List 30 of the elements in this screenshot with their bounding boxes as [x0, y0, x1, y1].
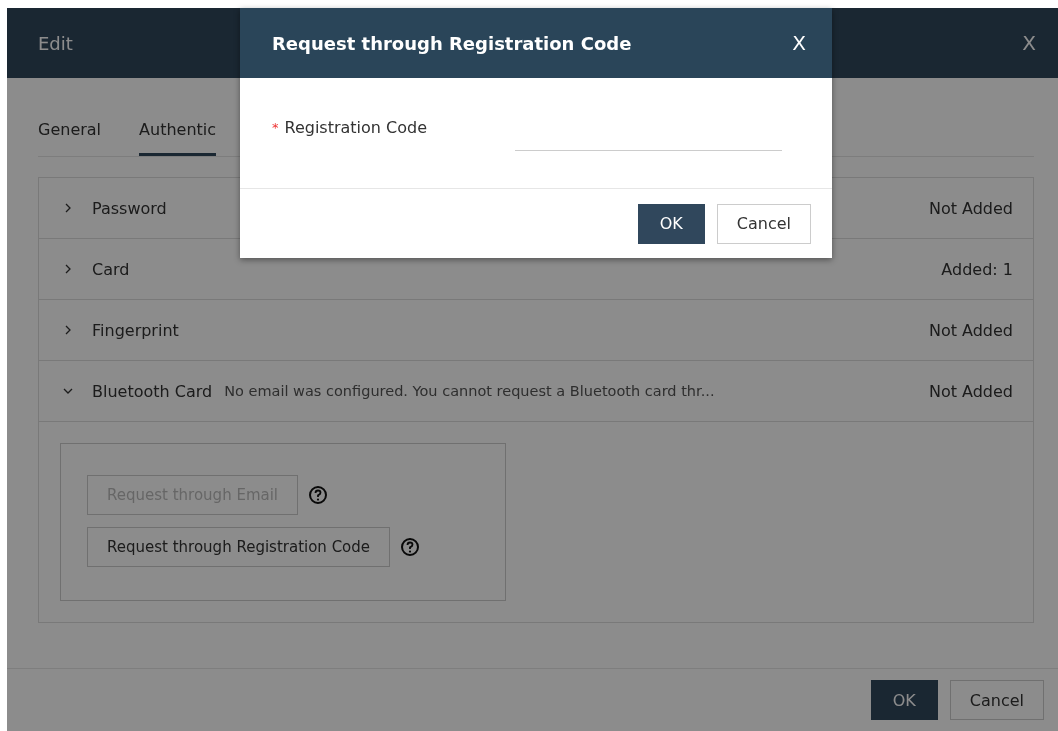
- section-status: Not Added: [928, 320, 1013, 340]
- dialog-title: Edit: [38, 32, 73, 54]
- help-icon[interactable]: [308, 485, 329, 505]
- required-mark: *: [272, 120, 279, 135]
- cancel-button[interactable]: Cancel: [716, 203, 811, 244]
- section-status: Not Added: [928, 381, 1013, 401]
- section-title: Card: [92, 259, 130, 279]
- help-icon[interactable]: [400, 537, 421, 557]
- section-title: Password: [92, 198, 167, 218]
- accordion-header[interactable]: Fingerprint Not Added: [39, 300, 1033, 361]
- tab[interactable]: Authentic: [139, 116, 217, 156]
- chevron-right-icon: [63, 325, 73, 335]
- close-button[interactable]: X: [792, 31, 806, 55]
- tab[interactable]: General: [38, 116, 102, 156]
- section-title: Bluetooth Card: [92, 381, 213, 401]
- cancel-button[interactable]: Cancel: [949, 680, 1044, 720]
- chevron-down-icon: [63, 386, 73, 396]
- section-note: No email was configured. You cannot request a Bluetooth card thr...: [224, 383, 715, 399]
- ok-button[interactable]: OK: [637, 203, 705, 244]
- chevron-right-icon: [63, 264, 73, 274]
- modal-title: Request through Registration Code: [272, 32, 632, 54]
- request-button[interactable]: Request through Registration Code: [87, 527, 391, 567]
- accordion-header[interactable]: Bluetooth Card No email was configured. You cannot request a Bluetooth card thr... Not Added: [39, 361, 1033, 422]
- section-status: Not Added: [928, 198, 1013, 218]
- ok-button[interactable]: OK: [870, 680, 938, 720]
- section-title: Fingerprint: [92, 320, 179, 340]
- section-status: Added: 1: [941, 259, 1013, 279]
- close-button[interactable]: X: [1022, 31, 1036, 55]
- chevron-right-icon: [63, 203, 73, 213]
- field-label: Registration Code: [284, 118, 428, 137]
